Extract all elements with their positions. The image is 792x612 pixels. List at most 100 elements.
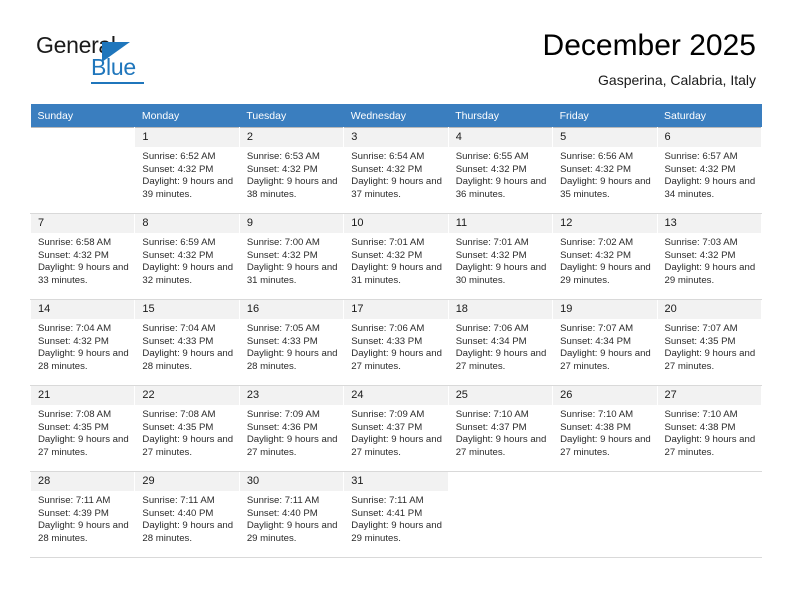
weekday-header-sunday: Sunday	[30, 104, 135, 128]
calendar-day-cell[interactable]: 24 Sunrise: 7:09 AM Sunset: 4:37 PM Dayligh…	[343, 385, 449, 472]
day-details: Sunrise: 7:09 AM Sunset: 4:37 PM Daylight:…	[344, 405, 447, 459]
day-details: Sunrise: 7:02 AM Sunset: 4:32 PM Daylight:…	[553, 233, 656, 287]
calendar-day-cell[interactable]: 1 Sunrise: 6:52 AM Sunset: 4:32 PM Daylight…	[134, 127, 240, 214]
calendar-day-cell[interactable]: 19 Sunrise: 7:07 AM Sunset: 4:34 PM Dayligh…	[552, 299, 658, 386]
sunrise-text: Sunrise: 7:11 AM	[38, 495, 111, 506]
day-details: Sunrise: 6:52 AM Sunset: 4:32 PM Daylight:…	[135, 147, 238, 201]
sunset-text: Sunset: 4:32 PM	[664, 249, 736, 261]
calendar-day-cell[interactable]: 17 Sunrise: 7:06 AM Sunset: 4:33 PM Dayligh…	[343, 299, 449, 386]
sunrise-text: Sunrise: 6:59 AM	[142, 237, 216, 248]
sunset-text: Sunset: 4:35 PM	[38, 421, 109, 433]
calendar-day-cell[interactable]: 10 Sunrise: 7:01 AM Sunset: 4:32 PM Dayligh…	[343, 213, 449, 300]
calendar-day-cell[interactable]: 22 Sunrise: 7:08 AM Sunset: 4:35 PM Dayligh…	[134, 385, 240, 472]
calendar-day-cell[interactable]: 11 Sunrise: 7:01 AM Sunset: 4:32 PM Dayligh…	[447, 213, 554, 300]
sunrise-text: Sunrise: 6:58 AM	[38, 237, 112, 248]
calendar-day-cell[interactable]: 30 Sunrise: 7:11 AM Sunset: 4:40 PM Dayligh…	[238, 471, 345, 558]
sunrise-text: Sunrise: 7:01 AM	[351, 237, 425, 248]
sunrise-text: Sunrise: 7:10 AM	[560, 409, 634, 420]
sunrise-text: Sunrise: 6:56 AM	[560, 151, 634, 162]
day-number: 17	[344, 300, 448, 319]
calendar-day-cell-empty	[656, 471, 763, 558]
day-details: Sunrise: 7:10 AM Sunset: 4:38 PM Daylight:…	[553, 405, 656, 459]
calendar-day-cell-empty	[29, 127, 136, 214]
calendar-day-cell[interactable]: 7 Sunrise: 6:58 AM Sunset: 4:32 PM Daylight…	[29, 213, 136, 300]
page-subtitle: Gasperina, Calabria, Italy	[598, 72, 756, 88]
daylight-text: Daylight: 9 hours and 31 minutes.	[246, 262, 338, 286]
calendar-day-cell[interactable]: 16 Sunrise: 7:05 AM Sunset: 4:33 PM Dayligh…	[238, 299, 345, 386]
calendar-day-cell[interactable]: 25 Sunrise: 7:10 AM Sunset: 4:37 PM Dayligh…	[447, 385, 554, 472]
day-details: Sunrise: 7:00 AM Sunset: 4:32 PM Daylight:…	[240, 233, 343, 287]
day-number: 14	[31, 300, 135, 319]
sunrise-text: Sunrise: 7:03 AM	[664, 237, 738, 248]
day-details: Sunrise: 6:53 AM Sunset: 4:32 PM Daylight:…	[240, 147, 343, 201]
day-details: Sunrise: 7:08 AM Sunset: 4:35 PM Daylight:…	[135, 405, 238, 459]
daylight-text: Daylight: 9 hours and 34 minutes.	[664, 176, 756, 200]
calendar-day-cell[interactable]: 2 Sunrise: 6:53 AM Sunset: 4:32 PM Daylight…	[238, 127, 345, 214]
calendar-day-cell[interactable]: 28 Sunrise: 7:11 AM Sunset: 4:39 PM Dayligh…	[29, 471, 136, 558]
sunrise-text: Sunrise: 7:06 AM	[455, 323, 529, 334]
daylight-text: Daylight: 9 hours and 29 minutes.	[560, 262, 651, 286]
calendar-day-cell[interactable]: 18 Sunrise: 7:06 AM Sunset: 4:34 PM Dayligh…	[447, 299, 554, 386]
page-header: General Blue December 2025 Gasperina, Ca…	[0, 0, 792, 96]
day-details: Sunrise: 7:04 AM Sunset: 4:32 PM Daylight:…	[31, 319, 134, 373]
sunset-text: Sunset: 4:34 PM	[560, 335, 632, 347]
day-number: 21	[31, 386, 135, 405]
day-number: 7	[31, 214, 135, 233]
calendar-day-cell[interactable]: 14 Sunrise: 7:04 AM Sunset: 4:32 PM Dayligh…	[29, 299, 136, 386]
weekday-header-saturday: Saturday	[657, 104, 762, 128]
calendar-day-cell[interactable]: 12 Sunrise: 7:02 AM Sunset: 4:32 PM Dayligh…	[552, 213, 658, 300]
sunset-text: Sunset: 4:32 PM	[142, 163, 214, 175]
day-number: 1	[135, 128, 239, 147]
sunrise-text: Sunrise: 7:10 AM	[664, 409, 738, 420]
daylight-text: Daylight: 9 hours and 27 minutes.	[455, 348, 547, 372]
day-number: 23	[239, 386, 344, 405]
daylight-text: Daylight: 9 hours and 32 minutes.	[142, 262, 234, 286]
calendar-day-cell[interactable]: 23 Sunrise: 7:09 AM Sunset: 4:36 PM Dayligh…	[238, 385, 345, 472]
daylight-text: Daylight: 9 hours and 27 minutes.	[664, 348, 756, 372]
sunrise-text: Sunrise: 7:06 AM	[351, 323, 425, 334]
calendar-day-cell[interactable]: 8 Sunrise: 6:59 AM Sunset: 4:32 PM Daylight…	[134, 213, 240, 300]
day-number: 12	[553, 214, 657, 233]
day-details: Sunrise: 7:09 AM Sunset: 4:36 PM Daylight:…	[240, 405, 343, 459]
sunset-text: Sunset: 4:40 PM	[246, 507, 318, 519]
title-block: December 2025 Gasperina, Calabria, Italy	[543, 28, 756, 90]
sunset-text: Sunset: 4:32 PM	[664, 163, 736, 175]
weekday-header-tuesday: Tuesday	[239, 104, 344, 128]
calendar-day-cell[interactable]: 21 Sunrise: 7:08 AM Sunset: 4:35 PM Dayligh…	[29, 385, 136, 472]
calendar-week-row: 7 Sunrise: 6:58 AM Sunset: 4:32 PM Daylight…	[29, 213, 763, 300]
sunset-text: Sunset: 4:35 PM	[664, 335, 736, 347]
calendar-page: General Blue December 2025 Gasperina, Ca…	[0, 0, 792, 612]
day-number: 4	[448, 128, 553, 147]
daylight-text: Daylight: 9 hours and 29 minutes.	[664, 262, 756, 286]
calendar-day-cell[interactable]: 3 Sunrise: 6:54 AM Sunset: 4:32 PM Daylight…	[343, 127, 449, 214]
day-number: 30	[239, 472, 344, 491]
weekday-header-wednesday: Wednesday	[343, 104, 449, 128]
calendar-day-cell[interactable]: 20 Sunrise: 7:07 AM Sunset: 4:35 PM Dayligh…	[656, 299, 763, 386]
sunset-text: Sunset: 4:32 PM	[455, 249, 527, 261]
calendar-day-cell[interactable]: 15 Sunrise: 7:04 AM Sunset: 4:33 PM Dayligh…	[134, 299, 240, 386]
day-number: 11	[448, 214, 553, 233]
day-details: Sunrise: 7:05 AM Sunset: 4:33 PM Daylight:…	[240, 319, 343, 373]
calendar-day-cell[interactable]: 9 Sunrise: 7:00 AM Sunset: 4:32 PM Daylight…	[238, 213, 345, 300]
daylight-text: Daylight: 9 hours and 27 minutes.	[560, 434, 651, 458]
sunset-text: Sunset: 4:32 PM	[455, 163, 527, 175]
sunrise-text: Sunrise: 7:08 AM	[38, 409, 112, 420]
calendar-day-cell[interactable]: 27 Sunrise: 7:10 AM Sunset: 4:38 PM Dayligh…	[656, 385, 763, 472]
calendar-day-cell[interactable]: 6 Sunrise: 6:57 AM Sunset: 4:32 PM Daylight…	[656, 127, 763, 214]
sunset-text: Sunset: 4:32 PM	[351, 249, 423, 261]
day-details: Sunrise: 6:55 AM Sunset: 4:32 PM Daylight:…	[449, 147, 552, 201]
daylight-text: Daylight: 9 hours and 36 minutes.	[455, 176, 547, 200]
calendar-day-cell[interactable]: 29 Sunrise: 7:11 AM Sunset: 4:40 PM Dayligh…	[134, 471, 240, 558]
day-details: Sunrise: 7:01 AM Sunset: 4:32 PM Daylight:…	[344, 233, 447, 287]
calendar-day-cell[interactable]: 31 Sunrise: 7:11 AM Sunset: 4:41 PM Dayligh…	[343, 471, 449, 558]
day-number: 6	[657, 128, 761, 147]
day-details: Sunrise: 7:04 AM Sunset: 4:33 PM Daylight:…	[135, 319, 238, 373]
calendar-day-cell[interactable]: 5 Sunrise: 6:56 AM Sunset: 4:32 PM Daylight…	[552, 127, 658, 214]
daylight-text: Daylight: 9 hours and 28 minutes.	[38, 348, 129, 372]
weekday-header-monday: Monday	[134, 104, 240, 128]
calendar-day-cell[interactable]: 26 Sunrise: 7:10 AM Sunset: 4:38 PM Dayligh…	[552, 385, 658, 472]
daylight-text: Daylight: 9 hours and 37 minutes.	[351, 176, 442, 200]
day-details: Sunrise: 7:11 AM Sunset: 4:41 PM Daylight:…	[344, 491, 447, 545]
calendar-day-cell[interactable]: 4 Sunrise: 6:55 AM Sunset: 4:32 PM Daylight…	[447, 127, 554, 214]
calendar-day-cell[interactable]: 13 Sunrise: 7:03 AM Sunset: 4:32 PM Dayligh…	[656, 213, 763, 300]
